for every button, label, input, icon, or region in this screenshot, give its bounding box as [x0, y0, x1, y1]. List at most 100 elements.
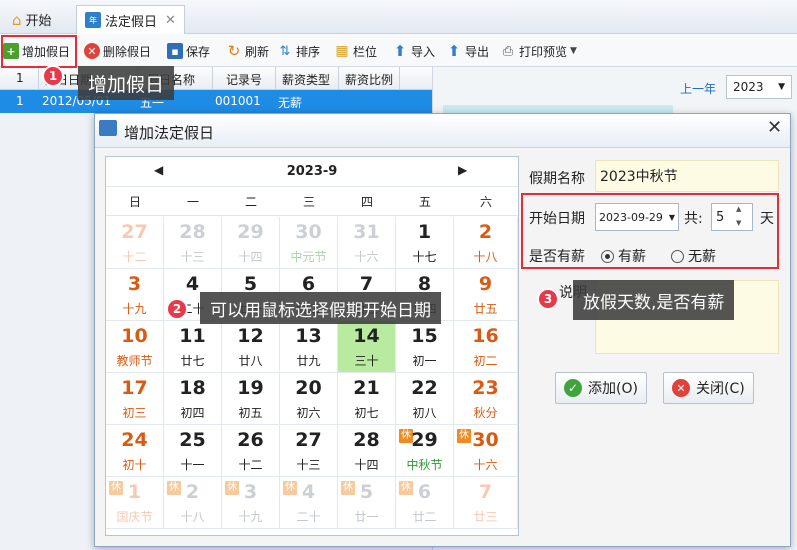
weekday-header: 一: [164, 188, 222, 216]
import-button[interactable]: ⬆ 导入: [392, 40, 435, 62]
calendar-lunar-label: 初七: [354, 406, 379, 420]
calendar-day-number: 13: [295, 325, 322, 347]
calendar-day-cell[interactable]: 19 初五: [222, 373, 280, 425]
step-3-badge: 3: [537, 288, 559, 310]
calendar-lunar-label: 初二: [473, 354, 498, 368]
tab-home[interactable]: ⌂ 开始: [4, 5, 60, 34]
calendar-day-cell[interactable]: 20 初六: [280, 373, 338, 425]
close-icon[interactable]: ✕: [165, 13, 176, 28]
calendar-day-number: 14: [353, 325, 380, 347]
col-record-no[interactable]: 记录号: [226, 71, 262, 88]
calendar-day-cell[interactable]: 休 4 二十: [280, 477, 338, 529]
delete-holiday-button[interactable]: ✕ 删除假日: [84, 40, 151, 62]
calendar-day-cell[interactable]: 28 十三: [164, 217, 222, 269]
calendar-lunar-label: 二十: [296, 510, 321, 524]
calendar-day-number: 20: [295, 377, 322, 399]
calendar-lunar-label: 十七: [412, 250, 437, 264]
calendar-day-cell[interactable]: 27 十二: [106, 217, 164, 269]
calendar-day-cell[interactable]: 11 廿七: [164, 321, 222, 373]
col-pay-type[interactable]: 薪资类型: [282, 71, 330, 88]
calendar-day-number: 7: [478, 481, 493, 503]
add-button-label: 添加(O): [588, 381, 638, 397]
calendar-day-cell[interactable]: 15 初一: [396, 321, 454, 373]
columns-button[interactable]: ▦ 栏位: [334, 40, 377, 62]
calendar-day-cell[interactable]: 28 十四: [338, 425, 396, 477]
calendar-day-cell[interactable]: 23 秋分: [454, 373, 518, 425]
calendar-day-cell[interactable]: 31 十六: [338, 217, 396, 269]
close-icon[interactable]: ✕: [767, 117, 782, 138]
print-icon: ⎙: [502, 43, 514, 59]
export-label: 导出: [465, 44, 490, 59]
calendar-day-cell[interactable]: 27 十三: [280, 425, 338, 477]
calendar-lunar-label: 中秋节: [406, 458, 443, 472]
calendar-day-cell[interactable]: 10 教师节: [106, 321, 164, 373]
calendar-day-cell[interactable]: 22 初八: [396, 373, 454, 425]
calendar-day-cell[interactable]: 24 初十: [106, 425, 164, 477]
calendar-day-cell[interactable]: 3 十九: [106, 269, 164, 321]
calendar-day-number: 12: [237, 325, 264, 347]
calendar-day-cell[interactable]: 休 30 十六: [454, 425, 518, 477]
sort-button[interactable]: ⇅ 排序: [277, 40, 320, 62]
calendar-lunar-label: 廿二: [412, 510, 437, 524]
tab-home-label: 开始: [25, 14, 52, 29]
calendar-day-cell[interactable]: 休 3 十九: [222, 477, 280, 529]
calendar-day-cell[interactable]: 16 初二: [454, 321, 518, 373]
print-preview-button[interactable]: ⎙ 打印预览 ▼: [500, 40, 577, 62]
calendar-day-number: 25: [179, 429, 206, 451]
calendar-day-number: 5: [359, 481, 374, 503]
add-button[interactable]: ✓ 添加(O): [555, 372, 647, 404]
calendar-lunar-label: 十九: [122, 302, 147, 316]
year-select[interactable]: 2023 ▼: [726, 75, 792, 99]
calendar-day-number: 10: [121, 325, 148, 347]
calendar-day-number: 27: [121, 221, 148, 243]
prev-year-link[interactable]: 上一年: [680, 80, 716, 97]
calendar-day-number: 28: [353, 429, 380, 451]
step-2-callout: 可以用鼠标选择假期开始日期: [200, 292, 441, 324]
step-1-callout: 增加假日: [78, 66, 175, 100]
holiday-name-input[interactable]: 2023中秋节: [595, 160, 779, 192]
calendar-day-cell[interactable]: 9 廿五: [454, 269, 518, 321]
col-pay-ratio[interactable]: 薪资比例: [345, 71, 393, 88]
calendar-lunar-label: 廿八: [238, 354, 263, 368]
columns-label: 栏位: [353, 44, 378, 59]
save-button[interactable]: ▪ 保存: [167, 40, 210, 62]
cell-record: 001001: [215, 94, 261, 108]
highlight-box-days: [521, 193, 779, 269]
cancel-icon: ✕: [672, 379, 690, 397]
print-preview-label: 打印预览: [519, 44, 568, 59]
calendar-day-cell[interactable]: 17 初三: [106, 373, 164, 425]
highlight-box-add: [1, 35, 77, 68]
calendar-lunar-label: 秋分: [473, 406, 498, 420]
table-row[interactable]: 1 2012/05/01 五一 001001 无薪: [0, 90, 432, 113]
calendar-day-cell[interactable]: 休 29 中秋节: [396, 425, 454, 477]
calendar-day-number: 2: [185, 481, 200, 503]
calendar-day-cell[interactable]: 21 初七: [338, 373, 396, 425]
tab-legal-holidays[interactable]: 年 法定假日 ✕: [76, 5, 185, 34]
calendar-day-cell[interactable]: 1 十七: [396, 217, 454, 269]
month-calendar: ◀ 2023-9 ▶ 日一二三四五六 27 十二 28 十三 29 十四 30 中元节 31 十六…: [105, 156, 519, 536]
calendar-day-cell[interactable]: 14 三十: [338, 321, 396, 373]
calendar-day-cell[interactable]: 休 1 国庆节: [106, 477, 164, 529]
calendar-lunar-label: 初八: [412, 406, 437, 420]
export-button[interactable]: ⬆ 导出: [446, 40, 489, 62]
calendar-day-cell[interactable]: 30 中元节: [280, 217, 338, 269]
calendar-day-cell[interactable]: 休 2 十八: [164, 477, 222, 529]
calendar-day-cell[interactable]: 25 十一: [164, 425, 222, 477]
calendar-day-cell[interactable]: 休 5 廿一: [338, 477, 396, 529]
refresh-button[interactable]: ↻ 刷新: [226, 40, 269, 62]
next-month-icon[interactable]: ▶: [458, 163, 467, 177]
calendar-day-cell[interactable]: 29 十四: [222, 217, 280, 269]
cell-pay-type: 无薪: [278, 96, 303, 110]
row-number: 1: [16, 94, 24, 108]
calendar-day-cell[interactable]: 18 初四: [164, 373, 222, 425]
calendar-day-cell[interactable]: 休 6 廿二: [396, 477, 454, 529]
calendar-day-cell[interactable]: 2 十八: [454, 217, 518, 269]
calendar-day-cell[interactable]: 12 廿八: [222, 321, 280, 373]
calendar-lunar-label: 国庆节: [116, 510, 153, 524]
calendar-day-cell[interactable]: 13 廿九: [280, 321, 338, 373]
close-button[interactable]: ✕ 关闭(C): [663, 372, 754, 404]
calendar-day-number: 31: [353, 221, 380, 243]
calendar-day-cell[interactable]: 26 十二: [222, 425, 280, 477]
calendar-day-cell[interactable]: 7 廿三: [454, 477, 518, 529]
dialog-window-icon: [99, 120, 117, 136]
